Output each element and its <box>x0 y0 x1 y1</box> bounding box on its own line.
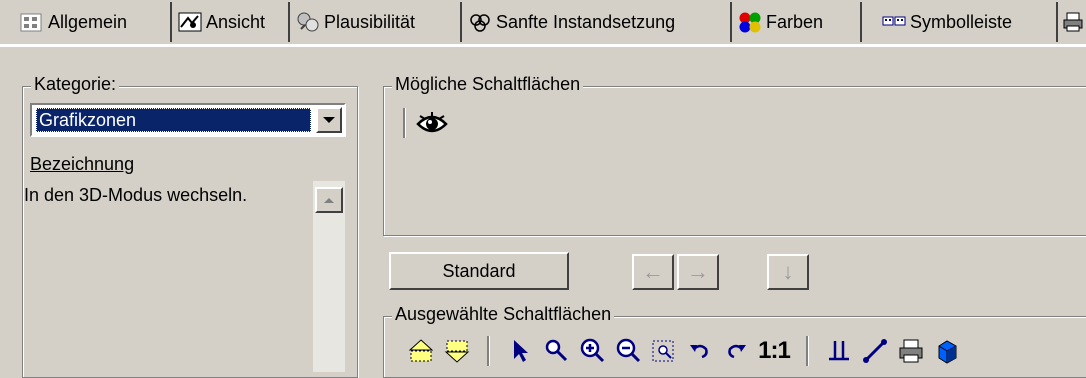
tab-divider <box>0 44 1086 47</box>
toolbar-icon <box>882 11 906 33</box>
toolbar-separator <box>487 336 490 366</box>
tab-label: Sanfte Instandsetzung <box>496 11 676 32</box>
move-down-button[interactable]: ↓ <box>767 254 809 290</box>
zoom-select-icon[interactable] <box>538 333 574 369</box>
zone-down-icon[interactable] <box>439 333 475 369</box>
standard-button[interactable]: Standard <box>389 252 569 290</box>
description-label: Bezeichnung <box>30 154 135 174</box>
category-legend: Kategorie: <box>31 74 120 95</box>
category-select[interactable]: Grafikzonen <box>30 103 346 137</box>
pointer-icon[interactable] <box>502 333 538 369</box>
possible-buttons-group: Mögliche Schaltflächen <box>383 74 1086 236</box>
view-icon <box>178 11 202 33</box>
move-right-button[interactable]: → <box>677 254 719 290</box>
tab-overflow[interactable] <box>1056 2 1086 42</box>
soft-repair-icon <box>468 11 490 33</box>
possible-buttons-legend: Mögliche Schaltflächen <box>392 74 584 95</box>
ground-icon[interactable] <box>821 333 857 369</box>
zoom-in-icon[interactable] <box>574 333 610 369</box>
zone-up-icon[interactable] <box>403 333 439 369</box>
tab-label: Allgemein <box>48 11 128 32</box>
printer-icon <box>1062 11 1084 33</box>
tab-symbolleiste[interactable]: Symbolleiste <box>876 2 1056 42</box>
tab-label: Farben <box>766 11 824 32</box>
undo-icon[interactable] <box>682 333 718 369</box>
plausibility-icon <box>296 11 319 33</box>
category-selected-value: Grafikzonen <box>36 108 311 132</box>
line-icon[interactable] <box>857 333 893 369</box>
general-icon <box>20 11 42 33</box>
print-icon[interactable] <box>893 333 929 369</box>
tab-label: Ansicht <box>206 11 266 32</box>
tab-bar: Allgemein Ansicht Plausibilität Sanfte I… <box>0 0 1086 44</box>
tab-plausibilitaet[interactable]: Plausibilität <box>290 2 462 42</box>
description-text: In den 3D-Modus wechseln. <box>24 185 248 205</box>
selected-buttons-legend: Ausgewählte Schaltflächen <box>392 304 615 325</box>
scroll-up-button[interactable] <box>315 187 343 213</box>
move-left-button[interactable]: ← <box>632 254 674 290</box>
3d-view-icon[interactable] <box>414 107 450 143</box>
tab-label: Symbolleiste <box>910 11 1013 32</box>
toolbar-separator <box>806 336 809 366</box>
tab-sanfte-instandsetzung[interactable]: Sanfte Instandsetzung <box>462 2 732 42</box>
chevron-down-icon[interactable] <box>316 107 342 133</box>
colors-icon <box>738 11 761 33</box>
description-scrollbar[interactable] <box>313 181 345 372</box>
zoom-window-icon[interactable] <box>646 333 682 369</box>
tab-ansicht[interactable]: Ansicht <box>172 2 290 42</box>
tab-farben[interactable]: Farben <box>732 2 862 42</box>
one-to-one-icon[interactable]: 1:1 <box>754 333 794 369</box>
selected-toolbar: 1:1 <box>403 333 965 369</box>
toolbar-separator <box>403 108 406 138</box>
one-to-one-label: 1:1 <box>758 337 791 364</box>
cube-icon[interactable] <box>929 333 965 369</box>
tab-allgemein[interactable]: Allgemein <box>14 2 172 42</box>
tab-label: Plausibilität <box>324 11 416 32</box>
redo-icon[interactable] <box>718 333 754 369</box>
zoom-out-icon[interactable] <box>610 333 646 369</box>
